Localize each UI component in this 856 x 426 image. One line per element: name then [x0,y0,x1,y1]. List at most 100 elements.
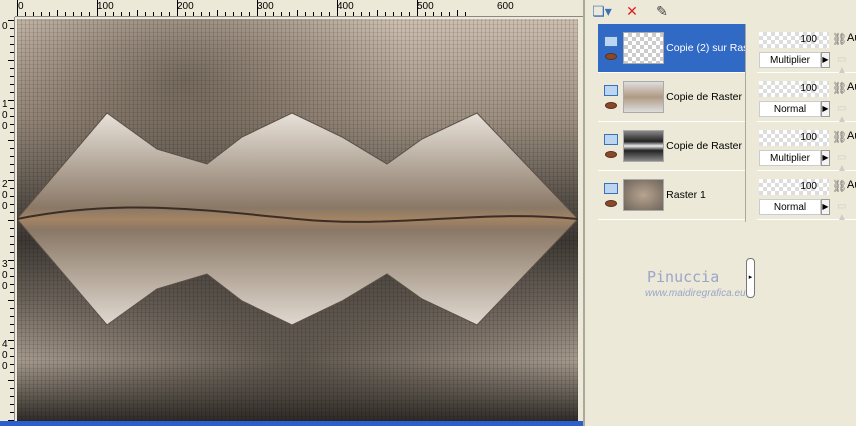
ruler-tick [10,292,14,293]
panel-splitter[interactable]: ▸ [746,258,755,298]
ruler-tick [10,388,14,389]
watermark-name: Pinuccia [647,268,720,286]
ruler-tick [89,12,90,16]
ruler-tick [10,268,14,269]
ruler-tick [329,12,330,16]
layer-item[interactable]: Copie de Raster 1 [598,122,745,171]
au-label: Au [847,81,856,93]
workspace: 0 100 200 300 400 500 600 0 1 0 0 2 0 0 … [0,0,583,426]
layer-thumbnail [622,130,665,162]
blend-mode-select[interactable]: Multiplier [759,52,821,68]
ruler-tick [10,396,14,397]
ruler-label: 300 [257,1,274,12]
ruler-label: 0 [2,21,8,32]
ruler-tick [10,204,14,205]
ruler-tick [361,12,362,16]
ruler-label: 500 [417,1,434,12]
ruler-label: 1 0 0 [2,99,8,132]
ruler-label: 2 0 0 [2,179,8,212]
blend-arrow-icon[interactable]: ▶ [821,101,830,117]
opacity-slider[interactable]: 100 [759,179,829,195]
ruler-tick [8,140,14,141]
ruler-tick [57,10,58,16]
ruler-tick [313,12,314,16]
opacity-slider[interactable]: 100 [759,81,829,97]
ruler-tick [10,116,14,117]
layer-name: Copie (2) sur Raster [666,42,745,54]
ruler-tick [10,44,14,45]
image-canvas[interactable] [17,19,578,421]
ruler-tick [225,12,226,16]
ruler-tick [177,0,178,16]
ruler-tick [377,10,378,16]
ruler-tick [8,260,14,261]
ruler-tick [393,12,394,16]
ruler-tick [417,0,418,16]
visibility-eye-icon[interactable] [604,53,617,60]
brush-icon: ✎ [656,2,668,19]
ruler-tick [457,10,458,16]
ruler-tick [305,12,306,16]
blend-mode-select[interactable]: Multiplier [759,150,821,166]
opacity-slider[interactable]: 100 [759,32,829,48]
ruler-tick [8,220,14,221]
ruler-tick [10,124,14,125]
opacity-slider[interactable]: 100 [759,130,829,146]
ruler-tick [353,12,354,16]
ruler-tick [241,12,242,16]
ruler-tick [8,380,14,381]
ruler-tick [41,12,42,16]
layer-thumbnail [622,81,665,113]
ruler-tick [10,404,14,405]
blend-arrow-icon[interactable]: ▶ [821,199,830,215]
ruler-tick [10,36,14,37]
blend-mode-select[interactable]: Normal [759,101,821,117]
new-layer-icon: ❏▾ [592,2,612,19]
ruler-tick [209,12,210,16]
layer-properties: 100⛓AuMultiplier▶▭ ▲ 100⛓AuNormal▶▭ ▲ 10… [757,24,856,223]
new-layer-button[interactable]: ❏▾ [591,2,613,20]
ruler-tick [465,12,466,16]
ruler-tick [10,356,14,357]
delete-layer-button[interactable]: ✕ [621,2,643,20]
edit-selection-button[interactable]: ✎ [651,2,673,20]
layer-type-icon [603,134,618,145]
ruler-tick [289,12,290,16]
au-label: Au [847,32,856,44]
ruler-tick [265,12,266,16]
ruler-tick [10,132,14,133]
blend-arrow-icon[interactable]: ▶ [821,150,830,166]
ruler-tick [217,10,218,16]
ruler-tick [113,12,114,16]
visibility-eye-icon[interactable] [604,200,617,207]
ruler-tick [153,12,154,16]
link-icon[interactable]: ⛓ [832,130,847,144]
link-icon[interactable]: ⛓ [832,32,847,46]
ruler-tick [10,212,14,213]
ruler-tick [10,276,14,277]
ruler-tick [137,10,138,16]
ruler-tick [10,364,14,365]
ruler-tick [401,12,402,16]
link-icon[interactable]: ⛓ [832,81,847,95]
link-icon[interactable]: ⛓ [832,179,847,193]
layer-item[interactable]: Raster 1 [598,171,745,220]
ruler-tick [433,12,434,16]
visibility-eye-icon[interactable] [604,151,617,158]
ruler-tick [10,252,14,253]
ruler-tick [97,0,98,16]
ruler-tick [10,108,14,109]
ruler-tick [10,156,14,157]
visibility-eye-icon[interactable] [604,102,617,109]
blend-mode-select[interactable]: Normal [759,199,821,215]
blend-arrow-icon[interactable]: ▶ [821,52,830,68]
watermark-url: www.maidiregrafica.eu [645,288,746,299]
ruler-tick [10,52,14,53]
ruler-tick [10,28,14,29]
layer-item[interactable]: Copie (2) sur Raster [598,24,745,73]
ruler-tick [8,100,14,101]
ruler-tick [297,10,298,16]
layer-item[interactable]: Copie de Raster 1 [598,73,745,122]
status-bar [0,421,583,426]
ruler-tick [17,0,18,16]
